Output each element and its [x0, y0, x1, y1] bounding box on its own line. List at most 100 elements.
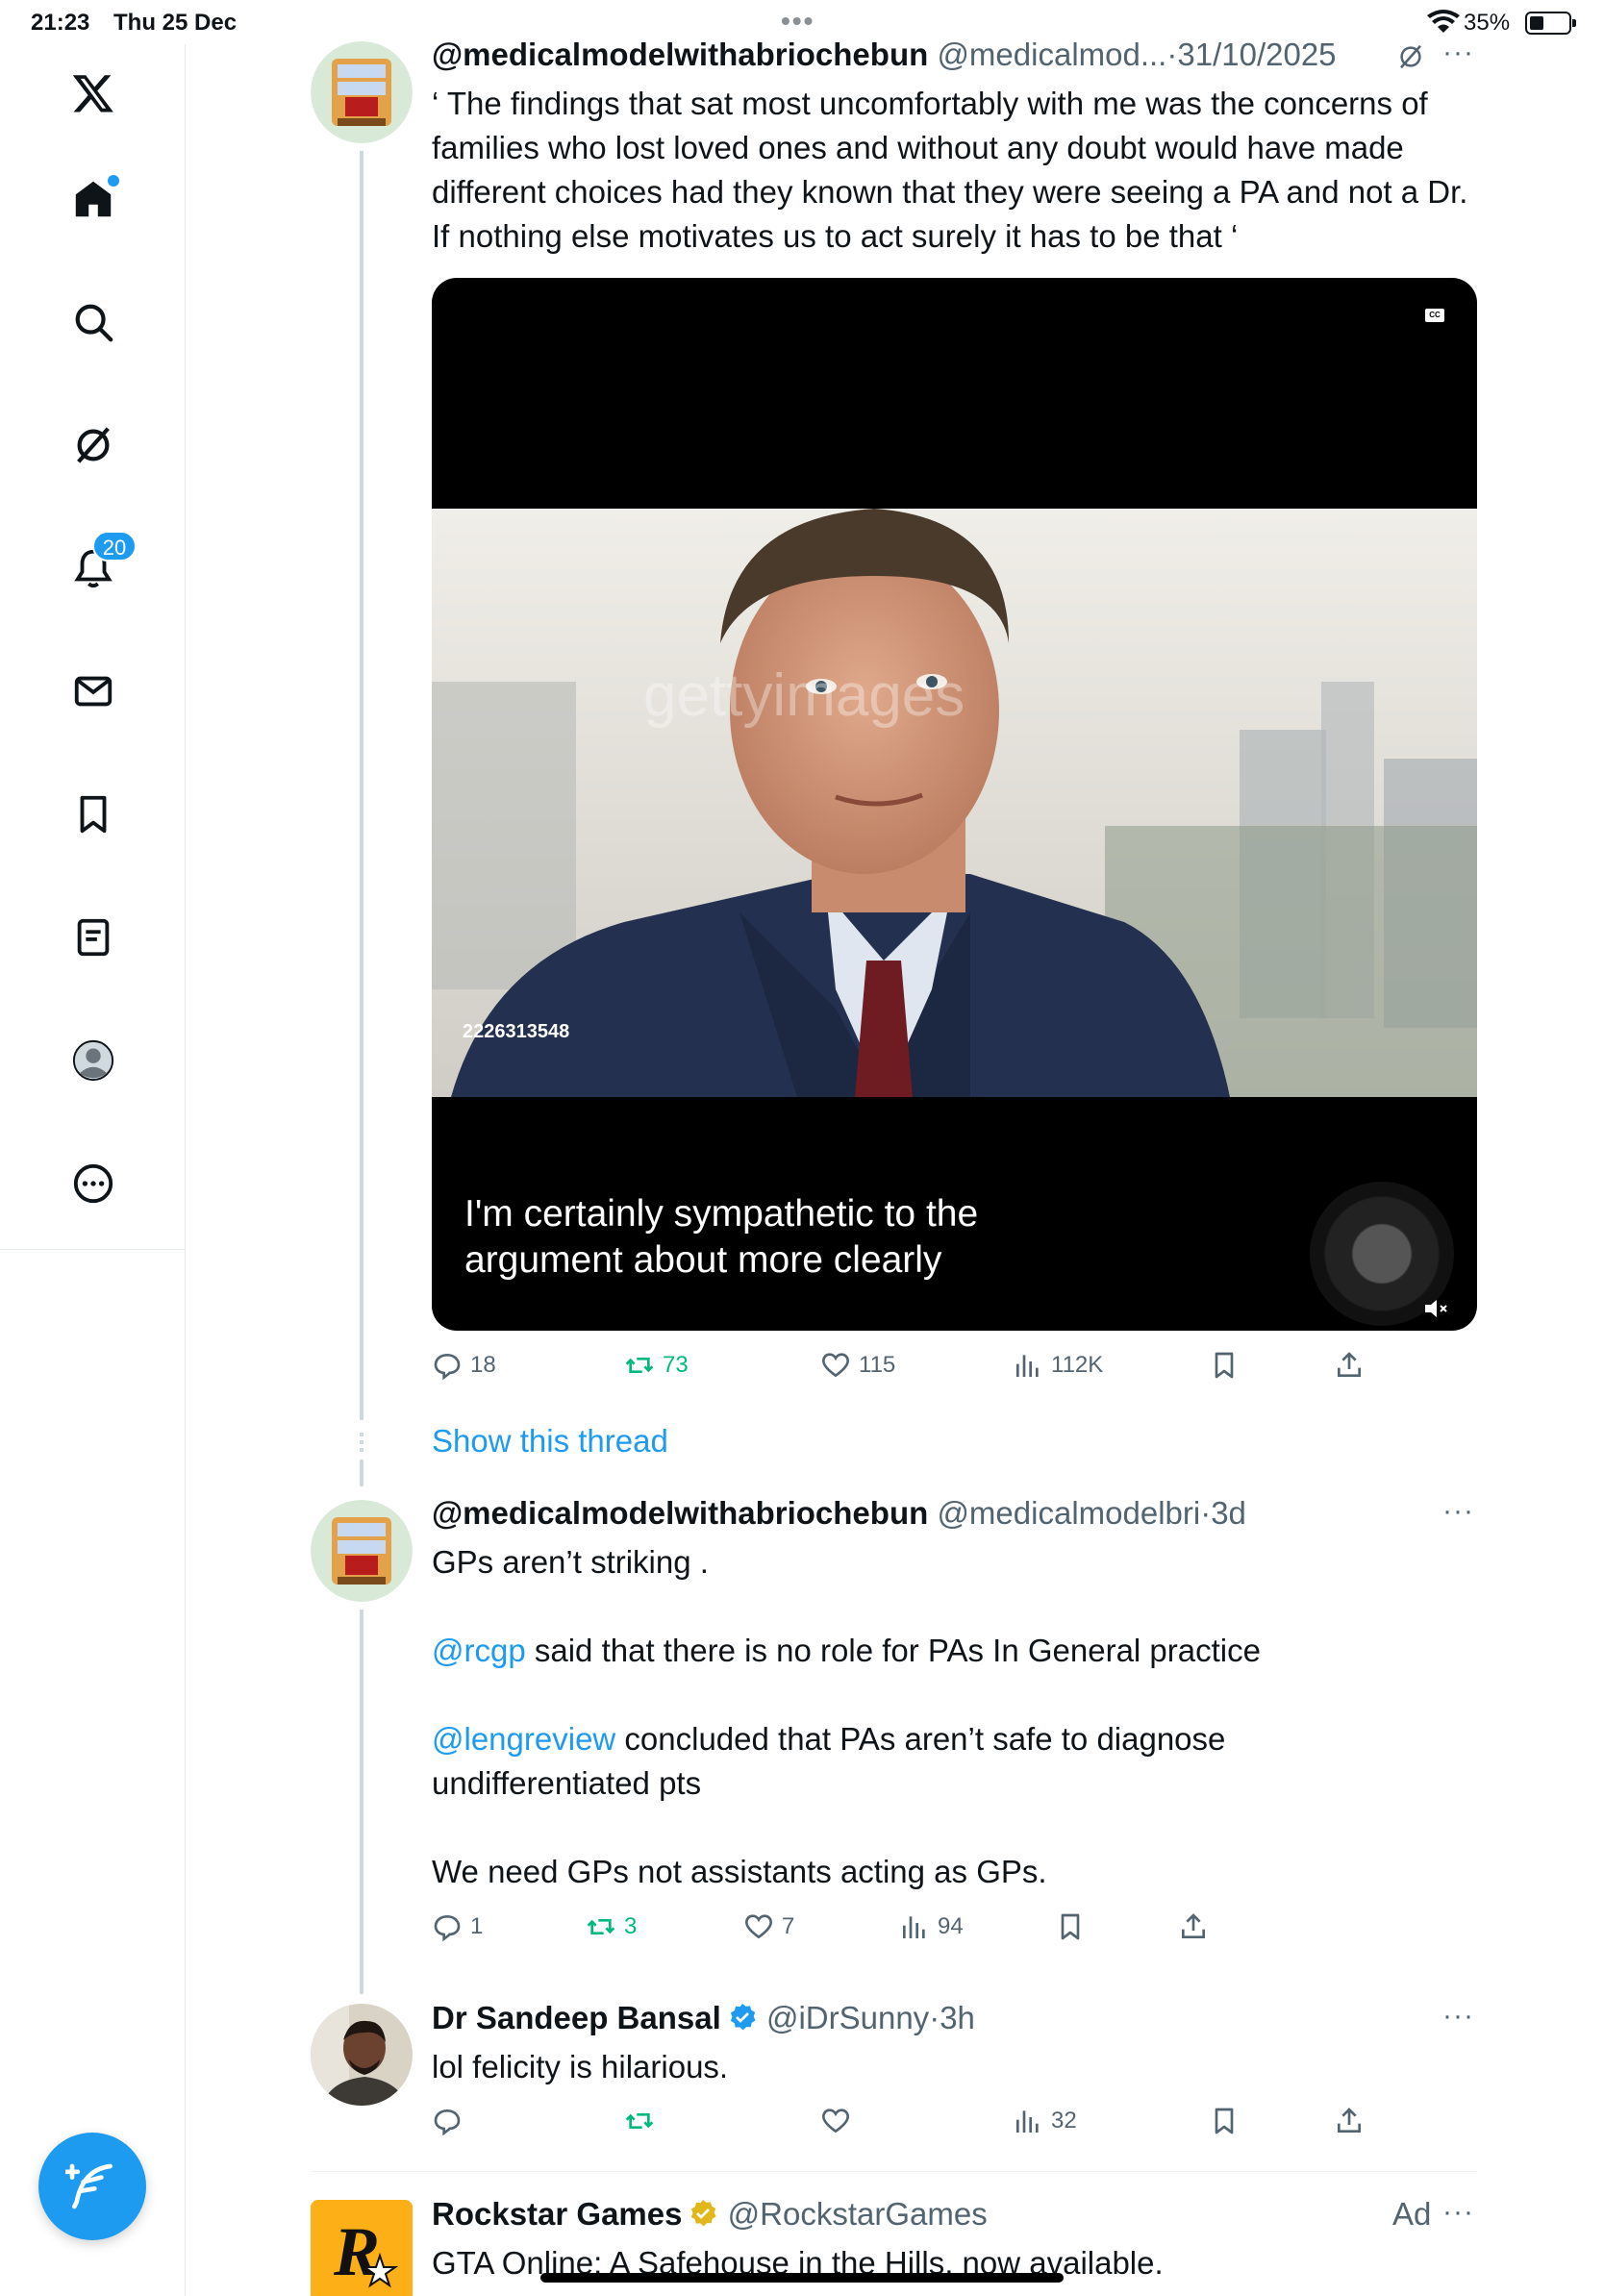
share-icon: [1338, 2108, 1361, 2133]
mention-link[interactable]: @rcgp: [432, 1633, 526, 1668]
mute-icon[interactable]: [1423, 1297, 1450, 1320]
home-indicator[interactable]: [540, 2273, 1064, 2283]
views-bar-icon: [1016, 1355, 1039, 1377]
share-button[interactable]: [1334, 1350, 1365, 1381]
watermark-text: gettyimages: [643, 662, 965, 729]
avatar[interactable]: [311, 1500, 413, 1602]
like-button[interactable]: 115: [820, 1350, 895, 1381]
like-button[interactable]: [820, 2106, 859, 2136]
share-icon: [1182, 1913, 1205, 1938]
tweet-more-menu[interactable]: ···: [1442, 2196, 1474, 2229]
status-time: 21:23: [31, 10, 90, 36]
bookmarks-icon[interactable]: [60, 781, 127, 848]
tweet-text: lol felicity is hilarious.: [432, 2049, 729, 2084]
share-button[interactable]: [1178, 1911, 1209, 1942]
like-button[interactable]: 7: [743, 1911, 794, 1942]
author-handle[interactable]: @medicalmod...: [937, 37, 1166, 72]
thread-connector-line: [360, 1460, 363, 1486]
home-icon[interactable]: [60, 165, 127, 233]
retweet-button[interactable]: 73: [624, 1350, 689, 1381]
tweet-text: GPs aren’t striking . @rcgp said that th…: [432, 1544, 1261, 1889]
tweet-text: ‘ The findings that sat most uncomfortab…: [432, 86, 1468, 254]
notifications-badge: 20: [92, 531, 137, 562]
reply-icon: [434, 1353, 461, 1381]
rockstar-logo-icon: R: [311, 2200, 413, 2296]
tweet-actions: 32: [432, 2106, 1480, 2144]
bookmark-icon: [1215, 2108, 1234, 2134]
mention-link[interactable]: @lengreview: [432, 1721, 615, 1757]
avatar[interactable]: [311, 41, 413, 143]
share-icon: [1338, 1352, 1361, 1377]
video-caption: I'm certainly sympathetic to the argumen…: [464, 1193, 979, 1281]
gmc-logo-avatar-image: [311, 1500, 413, 1602]
heart-icon: [821, 1353, 850, 1378]
verified-gold-badge-icon: [691, 2200, 716, 2227]
grok-icon[interactable]: [60, 412, 127, 479]
thread-connector-line: [360, 1610, 363, 1994]
reply-button[interactable]: 1: [432, 1911, 483, 1942]
lists-icon[interactable]: [60, 904, 127, 971]
author-name[interactable]: Rockstar Games: [432, 2196, 682, 2232]
views-button[interactable]: 112K: [1013, 1350, 1103, 1381]
tweet-timestamp[interactable]: 3d: [1211, 1495, 1246, 1531]
profile-avatar-icon[interactable]: [60, 1027, 127, 1094]
bookmark-icon: [1061, 1913, 1080, 1940]
thread-connector-line: [360, 151, 363, 1420]
author-name[interactable]: @medicalmodelwithabriochebun: [432, 1495, 928, 1531]
retweet-icon: [587, 1919, 615, 1934]
heart-icon: [821, 2109, 850, 2134]
home-unread-dot: [108, 175, 119, 187]
reply-icon: [434, 1914, 461, 1942]
show-thread-link[interactable]: Show this thread: [432, 1423, 668, 1460]
video-still-image: gettyimages 2226313548: [432, 509, 1477, 1097]
views-button[interactable]: 94: [899, 1911, 964, 1942]
tweet-more-menu[interactable]: ···: [1442, 1495, 1474, 1528]
notifications-bell-icon[interactable]: 20: [60, 531, 137, 602]
sidebar: 20: [0, 44, 186, 1250]
tweet-header: Rockstar Games @RockstarGames: [432, 2196, 988, 2233]
closed-captions-button[interactable]: CC: [1425, 309, 1444, 322]
bookmark-button[interactable]: [1209, 2106, 1240, 2136]
author-name[interactable]: Dr Sandeep Bansal: [432, 2000, 721, 2035]
avatar[interactable]: [311, 2004, 413, 2106]
tweet-header: @medicalmodelwithabriochebun @medicalmod…: [432, 37, 1337, 72]
bookmark-button[interactable]: [1055, 1911, 1086, 1942]
ad-label: Ad: [1392, 2196, 1432, 2232]
search-icon[interactable]: [60, 288, 127, 356]
retweet-icon: [625, 2113, 654, 2129]
user-photo-avatar-image: [311, 2004, 413, 2106]
author-handle[interactable]: @medicalmodelbri: [937, 1495, 1200, 1531]
tweet-header: Dr Sandeep Bansal @iDrSunny·3h: [432, 2000, 975, 2035]
retweet-button[interactable]: 3: [586, 1911, 637, 1942]
heart-icon: [744, 1914, 773, 1939]
tweet-timestamp[interactable]: 3h: [940, 2000, 975, 2035]
views-button[interactable]: 32: [1013, 2106, 1077, 2136]
author-name[interactable]: @medicalmodelwithabriochebun: [432, 37, 928, 72]
tweet-header: @medicalmodelwithabriochebun @medicalmod…: [432, 1495, 1246, 1531]
tweet-timestamp[interactable]: 31/10/2025: [1177, 37, 1336, 72]
compose-feather-icon: [65, 2163, 113, 2209]
compose-post-button[interactable]: [38, 2133, 146, 2240]
tweet-actions: 1 3 7 94: [432, 1911, 1480, 1950]
video-player[interactable]: CC gettyimages 2226313548 I'm certainly …: [432, 278, 1477, 1331]
tweet-divider: [311, 2171, 1477, 2172]
reply-button[interactable]: 18: [432, 1350, 496, 1381]
messages-envelope-icon[interactable]: [60, 658, 127, 725]
views-bar-icon: [903, 1916, 925, 1938]
bookmark-button[interactable]: [1209, 1350, 1240, 1381]
thread-gap-dots: [360, 1433, 363, 1452]
retweet-button[interactable]: [624, 2106, 663, 2136]
verified-badge-icon: [730, 2004, 756, 2031]
reply-button[interactable]: [432, 2106, 470, 2136]
tweet-more-menu[interactable]: ···: [1442, 37, 1474, 69]
x-logo-icon[interactable]: [60, 60, 127, 127]
author-handle[interactable]: @iDrSunny: [766, 2000, 929, 2035]
avatar[interactable]: R: [311, 2200, 413, 2296]
share-button[interactable]: [1334, 2106, 1365, 2136]
grok-explain-icon[interactable]: [1396, 42, 1425, 71]
tweet-more-menu[interactable]: ···: [1442, 2000, 1474, 2033]
more-circle-icon[interactable]: [60, 1150, 127, 1217]
author-handle[interactable]: @RockstarGames: [728, 2196, 988, 2232]
image-id-text: 2226313548: [463, 1021, 569, 1042]
retweet-icon: [625, 1358, 654, 1373]
